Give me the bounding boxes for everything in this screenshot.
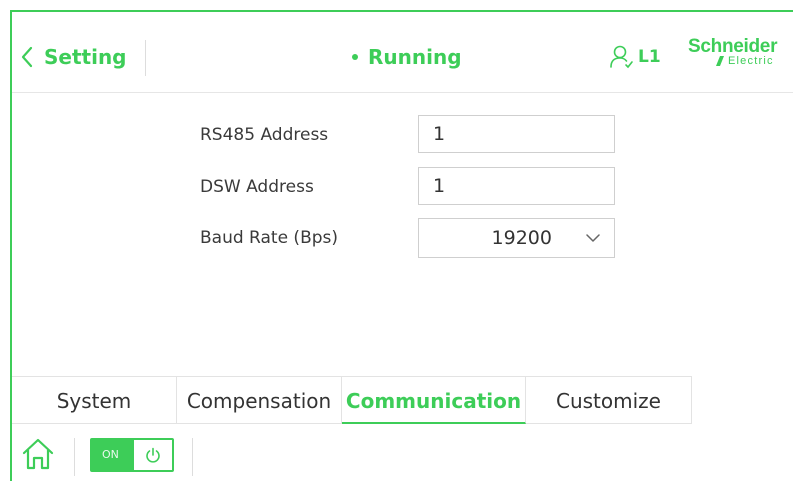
tab-communication[interactable]: Communication	[342, 376, 526, 424]
logo-subtitle: Electric	[714, 55, 793, 67]
bottom-bar: ON	[12, 424, 793, 482]
user-level-button[interactable]: L1	[608, 42, 661, 72]
rs485-address-label: RS485 Address	[200, 125, 329, 145]
chevron-down-icon	[586, 234, 600, 242]
tab-system[interactable]: System	[12, 376, 177, 424]
dsw-address-row: DSW Address	[12, 167, 793, 207]
chevron-left-icon	[21, 46, 33, 68]
rs485-address-input[interactable]	[418, 115, 615, 153]
back-button[interactable]: Setting	[20, 42, 127, 72]
back-label: Setting	[44, 45, 127, 69]
brand-logo: Schneider Electric	[688, 36, 793, 76]
logo-mark-icon	[716, 56, 724, 66]
header-bar: Setting Running L1 Schneider Electric	[12, 12, 793, 93]
tab-compensation[interactable]: Compensation	[177, 376, 342, 424]
power-icon	[146, 447, 160, 463]
power-toggle-label: ON	[102, 448, 119, 461]
baud-rate-row: Baud Rate (Bps) 19200	[12, 218, 793, 258]
user-icon	[610, 45, 633, 69]
dot-icon	[352, 54, 358, 60]
settings-tabs: System Compensation Communication Custom…	[12, 376, 692, 424]
rs485-address-row: RS485 Address	[12, 115, 793, 155]
power-toggle-knob	[134, 440, 172, 470]
app-frame: Setting Running L1 Schneider Electric RS…	[10, 10, 793, 481]
status-label: Running	[368, 45, 462, 69]
home-button[interactable]	[20, 436, 56, 472]
header-divider	[145, 40, 146, 76]
dsw-address-input[interactable]	[418, 167, 615, 205]
user-level-label: L1	[638, 47, 661, 67]
run-status: Running	[352, 42, 462, 72]
dsw-address-label: DSW Address	[200, 177, 314, 197]
tab-customize[interactable]: Customize	[526, 376, 692, 424]
bottom-divider	[74, 438, 75, 476]
logo-subtitle-text: Electric	[728, 55, 774, 67]
baud-rate-select[interactable]: 19200	[418, 218, 615, 258]
baud-rate-label: Baud Rate (Bps)	[200, 228, 339, 248]
power-toggle[interactable]: ON	[90, 438, 174, 472]
bottom-divider	[192, 438, 193, 476]
baud-rate-value: 19200	[491, 227, 552, 249]
home-icon	[22, 438, 54, 470]
